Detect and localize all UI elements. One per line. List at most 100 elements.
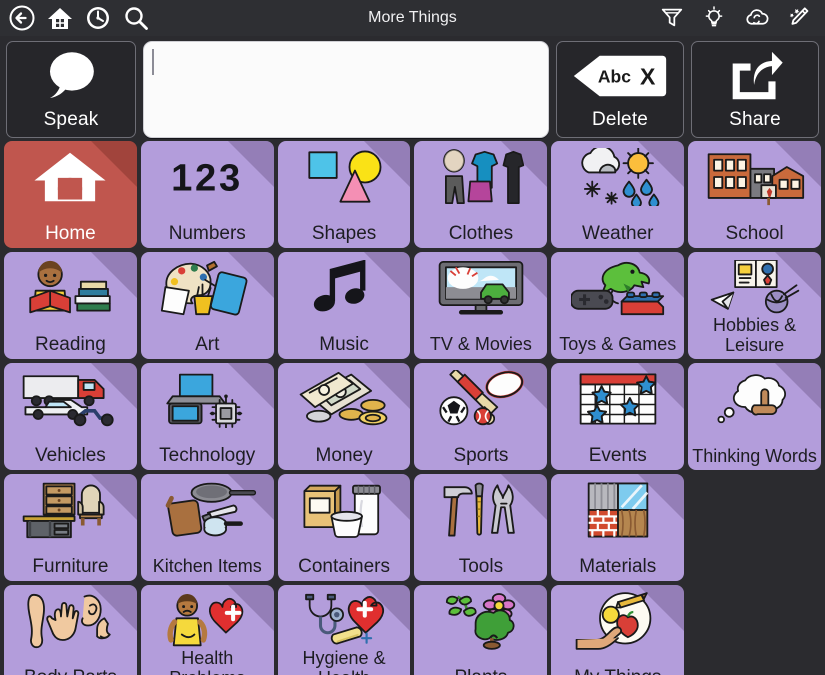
grid-cell: Shapes — [277, 141, 411, 248]
category-tile-health-problems[interactable]: Health Problems — [140, 585, 274, 675]
category-tile-tools[interactable]: Tools — [414, 474, 548, 581]
tile-label: Containers — [298, 556, 391, 577]
numbers-123-icon: 123 — [141, 145, 274, 209]
grid-cell: School — [688, 141, 821, 248]
category-tile-reading[interactable]: Reading — [4, 252, 137, 359]
tile-label: Music — [319, 334, 369, 355]
svg-text:X: X — [640, 63, 656, 89]
category-tile-events[interactable]: Events — [551, 363, 685, 470]
tile-label: My Things — [551, 667, 684, 675]
grid-cell: Vehicles — [4, 363, 137, 470]
home-icon[interactable] — [46, 4, 74, 32]
grid-cell: TV & Movies — [414, 252, 548, 359]
category-grid: Home 123 Numbers Shapes Clothes Weather — [0, 141, 825, 675]
category-tile-vehicles[interactable]: Vehicles — [4, 363, 137, 470]
grid-cell: Tools — [414, 474, 548, 581]
grid-cell: Home — [4, 141, 137, 248]
grid-cell: Toys & Games — [551, 252, 685, 359]
category-tile-shapes[interactable]: Shapes — [277, 141, 411, 248]
tile-label: Sports — [453, 445, 509, 466]
tile-label: Vehicles — [35, 445, 106, 466]
history-icon[interactable] — [84, 4, 112, 32]
plants-icon — [414, 589, 547, 653]
share-button[interactable]: Share — [691, 41, 819, 138]
category-tile-technology[interactable]: Technology — [140, 363, 274, 470]
tile-label: Toys & Games — [559, 334, 677, 354]
tile-label: TV & Movies — [429, 334, 532, 354]
speech-bubble-icon — [7, 42, 135, 109]
share-label: Share — [729, 109, 781, 130]
category-tile-hobbies-leisure[interactable]: Hobbies & Leisure — [688, 252, 821, 359]
grid-cell: Events — [551, 363, 685, 470]
category-tile-art[interactable]: Art — [140, 252, 274, 359]
grid-cell: Music — [277, 252, 411, 359]
tile-label: Thinking Words — [692, 446, 817, 466]
grid-cell: Body Parts — [4, 585, 137, 675]
category-tile-tv-movies[interactable]: TV & Movies — [414, 252, 548, 359]
thought-bubble-icon — [688, 367, 821, 431]
category-tile-my-things[interactable]: My Things — [551, 585, 685, 675]
tile-label: Hobbies & Leisure — [713, 315, 797, 355]
grid-cell: Kitchen Items — [140, 474, 274, 581]
my-things-icon — [551, 589, 684, 653]
speak-label: Speak — [43, 109, 99, 130]
delete-button[interactable]: Abc X Delete — [556, 41, 684, 138]
tile-label: School — [725, 223, 784, 244]
back-icon[interactable] — [8, 4, 36, 32]
toolbar-left-group — [0, 4, 150, 32]
speak-button[interactable]: Speak — [6, 41, 136, 138]
grid-cell: My Things — [551, 585, 685, 675]
category-tile-body-parts[interactable]: Body Parts — [4, 585, 137, 675]
tile-label: Shapes — [311, 223, 377, 244]
grid-cell: Sports — [414, 363, 548, 470]
tile-label: Health Problems — [169, 648, 245, 675]
tile-label: Numbers — [168, 223, 246, 244]
clothes-icon — [414, 145, 547, 209]
category-tile-kitchen-items[interactable]: Kitchen Items — [140, 474, 274, 581]
grid-cell: Clothes — [414, 141, 548, 248]
category-tile-thinking-words[interactable]: Thinking Words — [688, 363, 821, 470]
category-tile-materials[interactable]: Materials — [551, 474, 685, 581]
message-input[interactable] — [143, 41, 549, 138]
category-tile-home[interactable]: Home — [4, 141, 137, 248]
share-arrow-icon — [692, 42, 818, 109]
tile-label: Art — [195, 334, 220, 355]
magic-wand-icon[interactable] — [785, 4, 813, 32]
category-tile-weather[interactable]: Weather — [551, 141, 685, 248]
search-icon[interactable] — [122, 4, 150, 32]
category-tile-sports[interactable]: Sports — [414, 363, 548, 470]
category-tile-numbers[interactable]: 123 Numbers — [140, 141, 274, 248]
category-tile-music[interactable]: Music — [277, 252, 411, 359]
lightbulb-icon[interactable] — [701, 4, 729, 32]
category-tile-toys-games[interactable]: Toys & Games — [551, 252, 685, 359]
category-tile-furniture[interactable]: Furniture — [4, 474, 137, 581]
category-tile-school[interactable]: School — [688, 141, 821, 248]
text-caret — [152, 49, 154, 75]
grid-cell: Hygiene & Health — [277, 585, 411, 675]
vehicles-icon — [4, 367, 137, 431]
health-problem-icon — [141, 589, 274, 653]
hobbies-icon — [688, 256, 821, 320]
hygiene-icon — [278, 589, 411, 653]
category-tile-hygiene-health[interactable]: Hygiene & Health — [277, 585, 411, 675]
materials-icon — [551, 478, 684, 542]
grid-cell: Containers — [277, 474, 411, 581]
tile-label: Money — [315, 445, 373, 466]
grid-cell: Reading — [4, 252, 137, 359]
category-tile-clothes[interactable]: Clothes — [414, 141, 548, 248]
tile-label: Home — [45, 223, 96, 244]
cloud-sync-icon[interactable] — [743, 4, 771, 32]
kitchen-icon — [141, 478, 274, 542]
toolbar-right-group — [659, 0, 813, 36]
weather-icon — [551, 145, 684, 209]
category-tile-plants[interactable]: Plants — [414, 585, 548, 675]
music-note-icon — [278, 256, 411, 320]
grid-cell: Thinking Words — [688, 363, 821, 470]
tile-label: Clothes — [448, 223, 514, 244]
house-icon — [4, 145, 137, 209]
category-tile-containers[interactable]: Containers — [277, 474, 411, 581]
technology-icon — [141, 367, 274, 431]
category-tile-money[interactable]: Money — [277, 363, 411, 470]
containers-icon — [278, 478, 411, 542]
filter-icon[interactable] — [659, 4, 687, 32]
